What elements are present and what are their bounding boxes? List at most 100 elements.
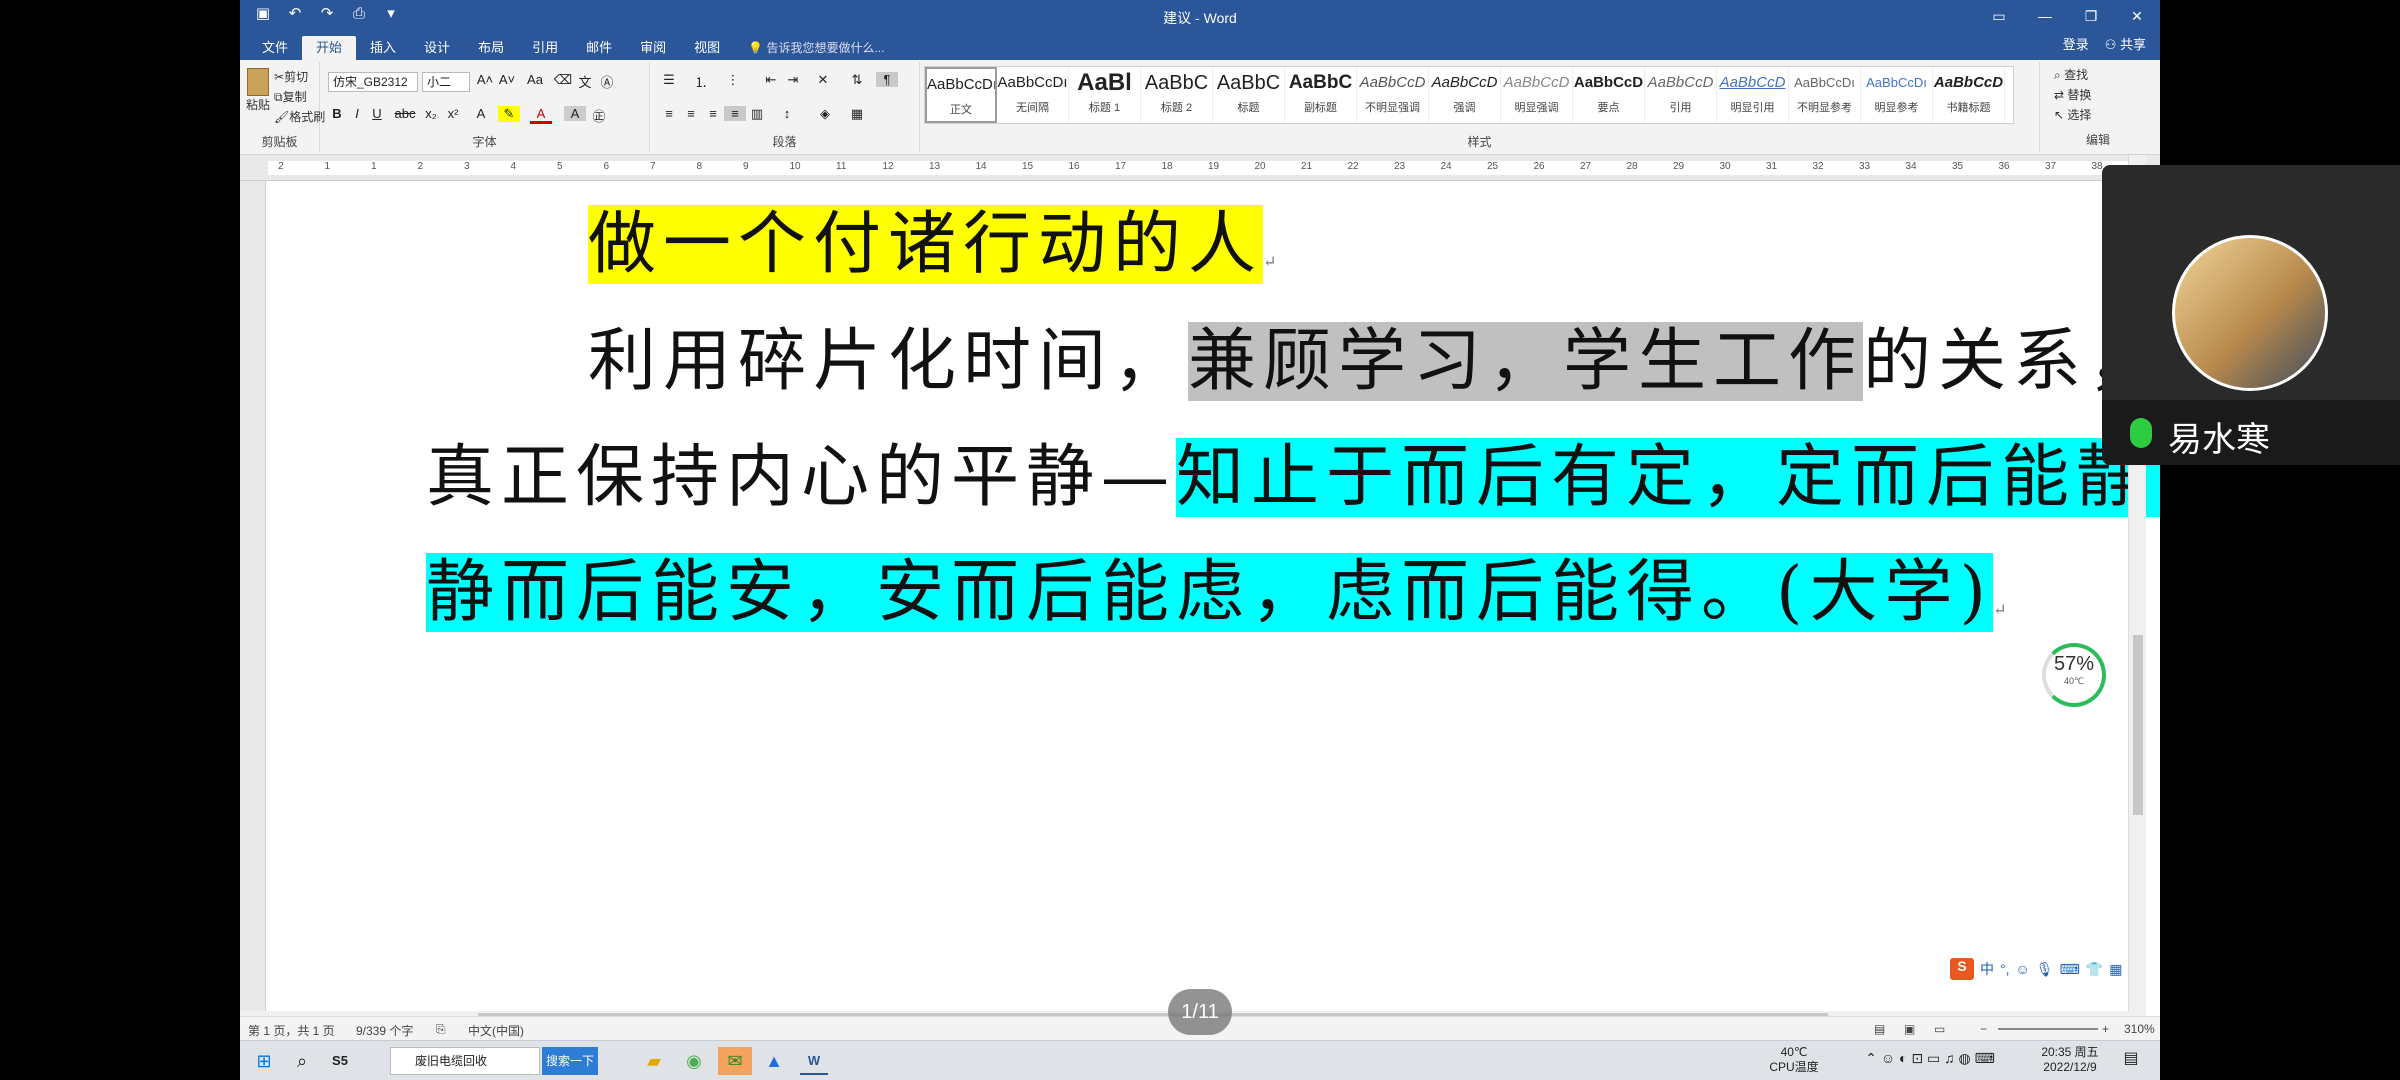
find-button[interactable]: ⌕ 查找 [2054,66,2088,83]
align-left-icon[interactable]: ≡ [658,106,680,121]
scroll-thumb[interactable] [2133,635,2143,815]
paste-button[interactable]: 粘贴 [246,68,270,113]
shrink-font-icon[interactable]: A˅ [496,72,518,87]
style-book-title[interactable]: AaBbCcD 书籍标题 [1933,67,2005,123]
style-subtitle[interactable]: AaBbC 副标题 [1285,67,1357,123]
notification-icon[interactable]: ▤ [2116,1051,2146,1067]
text-effects-icon[interactable]: A [470,106,492,121]
vertical-ruler[interactable] [240,181,266,1011]
ribbon-display-icon[interactable]: ▭ [1976,0,2022,32]
web-layout-icon[interactable]: ▭ [1934,1022,1945,1036]
word-count[interactable]: 9/339 个字 [356,1022,413,1039]
page-count[interactable]: 第 1 页，共 1 页 [248,1022,335,1039]
style-strong[interactable]: AaBbCcD 要点 [1573,67,1645,123]
select-button[interactable]: ↖ 选择 [2054,106,2091,123]
tab-mailings[interactable]: 邮件 [572,36,626,60]
change-case-icon[interactable]: Aa [524,72,546,87]
wechat-icon[interactable]: ✉ [718,1047,752,1075]
share-button[interactable]: ⚇ 共享 [2105,34,2146,53]
replace-button[interactable]: ⇄ 替换 [2054,86,2091,103]
tab-layout[interactable]: 布局 [464,36,518,60]
windows-start-icon[interactable]: ⊞ [250,1047,278,1075]
tab-insert[interactable]: 插入 [356,36,410,60]
meeting-app-icon[interactable]: ▲ [760,1047,788,1075]
phonetic-guide-icon[interactable]: 文 [574,72,596,91]
font-color-icon[interactable]: A [530,106,552,124]
copy-button[interactable]: ⧉复制 [274,88,307,105]
cut-button[interactable]: ✂剪切 [274,68,308,85]
strikethrough-icon[interactable]: abc [394,106,416,121]
grow-font-icon[interactable]: A˄ [474,72,496,87]
file-explorer-icon[interactable]: ▰ [640,1047,668,1075]
browser-icon[interactable]: ◉ [680,1047,708,1075]
italic-icon[interactable]: I [346,106,368,121]
align-right-icon[interactable]: ≡ [702,106,724,121]
cpu-usage-gauge[interactable]: 57% 40℃ [2042,643,2106,707]
close-icon[interactable]: ✕ [2114,0,2160,32]
format-painter-button[interactable]: 🖌格式刷 [274,108,325,125]
ime-toolbar[interactable]: S 中 °, ☺ 🎙 ⌨ 👕 ▦ [1950,957,2122,981]
tab-references[interactable]: 引用 [518,36,572,60]
subscript-icon[interactable]: x₂ [420,106,442,121]
style-intense-emphasis[interactable]: AaBbCcD 明显强调 [1501,67,1573,123]
style-subtle-reference[interactable]: AaBbCcDı 不明显参考 [1789,67,1861,123]
font-name-combo[interactable]: 仿宋_GB2312 [328,72,418,92]
bold-icon[interactable]: B [326,106,348,121]
style-no-spacing[interactable]: AaBbCcDı 无间隔 [997,67,1069,123]
zoom-out-icon[interactable]: − [1980,1022,1987,1036]
decrease-indent-icon[interactable]: ⇤ [760,72,782,88]
login-link[interactable]: 登录 [2063,34,2089,53]
app-logo-icon[interactable]: S5 [326,1047,354,1075]
zoom-level[interactable]: 310% [2124,1022,2155,1036]
zoom-in-icon[interactable]: + [2102,1022,2109,1036]
tell-me-box[interactable]: 💡 告诉我您想要做什么... [734,36,898,60]
word-taskbar-icon[interactable]: W [800,1047,828,1075]
minimize-icon[interactable]: — [2022,0,2068,32]
multilevel-list-icon[interactable]: ⋮ [722,72,744,88]
highlight-icon[interactable]: ✎ [498,106,520,122]
read-mode-icon[interactable]: ▤ [1874,1022,1885,1036]
style-intense-reference[interactable]: AaBbCcDı 明显参考 [1861,67,1933,123]
style-normal[interactable]: AaBbCcDı 正文 [925,67,997,123]
style-title[interactable]: AaBbC 标题 [1213,67,1285,123]
language[interactable]: 中文(中国) [468,1022,524,1039]
zoom-slider[interactable] [1998,1028,2098,1030]
justify-icon[interactable]: ≡ [724,106,746,121]
increase-indent-icon[interactable]: ⇥ [782,72,804,88]
tab-file[interactable]: 文件 [248,36,302,60]
proofing-icon[interactable]: ⎘ [436,1022,446,1037]
superscript-icon[interactable]: x² [442,106,464,121]
align-center-icon[interactable]: ≡ [680,106,702,121]
sort-icon[interactable]: ⇅ [846,72,868,88]
enclose-char-icon[interactable]: ㊣ [588,106,610,125]
style-heading-2[interactable]: AaBbC 标题 2 [1141,67,1213,123]
style-quote[interactable]: AaBbCcD 引用 [1645,67,1717,123]
style-subtle-emphasis[interactable]: AaBbCcD 不明显强调 [1357,67,1429,123]
horizontal-ruler[interactable]: 2 1 1 2 3 4 5 6 7 8 9 10 11 12 13 14 15 16 17 18 19 20 21 22 23 2… [240,155,2160,181]
tab-design[interactable]: 设计 [410,36,464,60]
tray-icons[interactable]: ⌃ ☺ ◐ ⊡ ▭ ♫ ◍ ⌨ [1830,1051,2030,1066]
shading-icon[interactable]: ◈ [814,106,836,122]
numbering-icon[interactable]: ⒈ [690,72,712,91]
taskbar-search-button[interactable]: 搜索一下 [542,1047,598,1075]
clear-format-icon[interactable]: ⌫ [552,72,574,88]
style-emphasis[interactable]: AaBbCcD 强调 [1429,67,1501,123]
char-shading-icon[interactable]: A [564,106,586,121]
style-intense-quote[interactable]: AaBbCcD 明显引用 [1717,67,1789,123]
clock[interactable]: 20:35 周五 2022/12/9 [2030,1045,2110,1075]
line-spacing-icon[interactable]: ↕ [776,106,798,121]
underline-icon[interactable]: U [366,106,388,121]
chinese-layout-icon[interactable]: ✕ [812,72,834,88]
taskbar-search-input[interactable]: 废旧电缆回收 [390,1047,540,1075]
bullets-icon[interactable]: ☰ [658,72,680,88]
restore-icon[interactable]: ❐ [2068,0,2114,32]
borders-icon[interactable]: ▦ [846,106,868,122]
show-marks-icon[interactable]: ¶ [876,72,898,87]
print-layout-icon[interactable]: ▣ [1904,1022,1915,1036]
font-size-combo[interactable]: 小二 [422,72,470,92]
distribute-icon[interactable]: ▥ [746,106,768,122]
tab-view[interactable]: 视图 [680,36,734,60]
char-border-icon[interactable]: Ⓐ [596,72,618,91]
document-page[interactable]: 做一个付诸行动的人↵ 利用碎片化时间，兼顾学习，学生工作的关系， 真正保持内心的… [266,181,2160,1011]
style-heading-1[interactable]: AaBl 标题 1 [1069,67,1141,123]
